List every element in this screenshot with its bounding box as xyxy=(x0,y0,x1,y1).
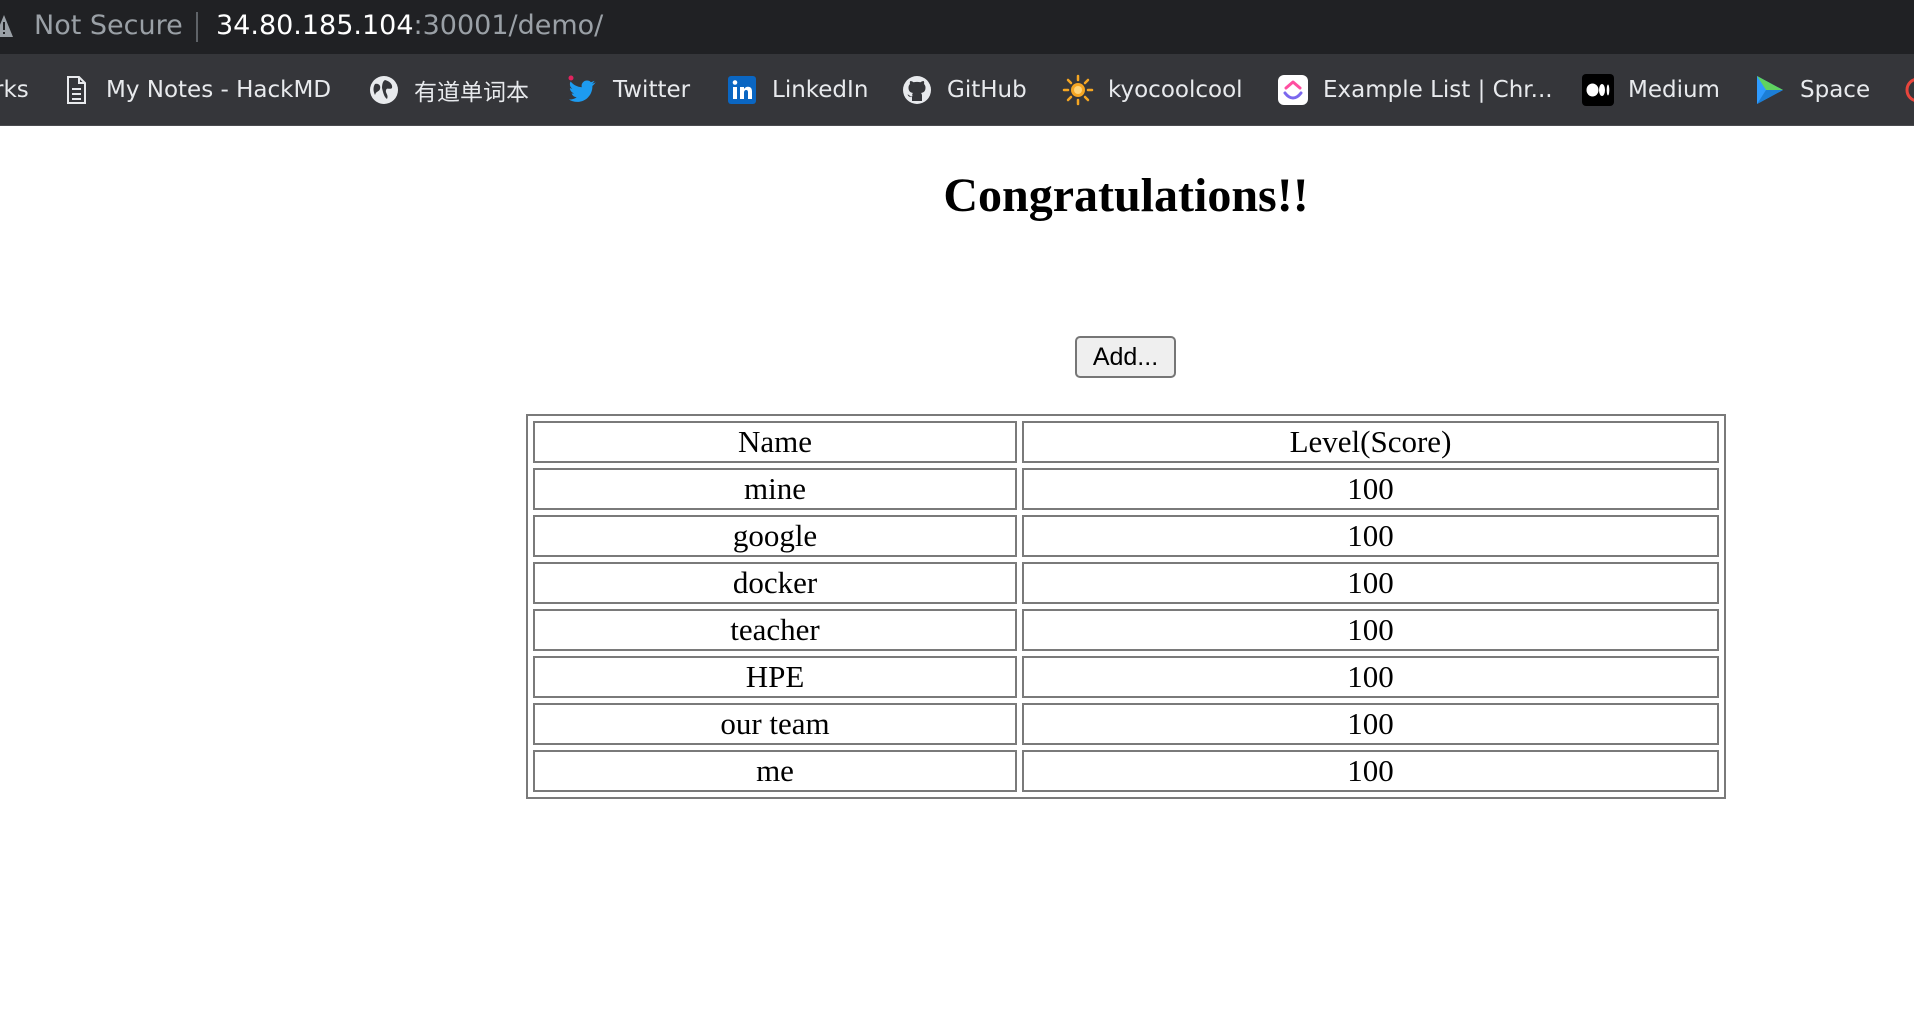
bookmark-space[interactable]: Space xyxy=(1754,54,1871,125)
github-icon xyxy=(903,76,931,104)
bookmark-label: LinkedIn xyxy=(772,77,869,103)
name-cell: google xyxy=(533,515,1017,557)
bookmark-label: GitHub xyxy=(947,77,1027,103)
bookmark-label: Example List | Chr... xyxy=(1323,77,1553,103)
page-title: Congratulations!! xyxy=(943,169,1309,222)
table-header-row: Name Level(Score) xyxy=(533,421,1719,463)
score-cell: 100 xyxy=(1022,609,1719,651)
name-cell: mine xyxy=(533,468,1017,510)
bookmark-overflow-cutoff[interactable] xyxy=(1902,54,1914,125)
globe-icon xyxy=(370,76,398,104)
table-row: google 100 xyxy=(533,515,1719,557)
table-row: me 100 xyxy=(533,750,1719,792)
bookmark-label: Twitter xyxy=(613,77,691,103)
bookmark-medium[interactable]: Medium xyxy=(1582,54,1720,125)
name-cell: me xyxy=(533,750,1017,792)
table-row: docker 100 xyxy=(533,562,1719,604)
bookmark-label: My Notes - HackMD xyxy=(106,77,332,103)
url-path: :30001/demo/ xyxy=(413,10,604,41)
bookmark-hackmd[interactable]: My Notes - HackMD xyxy=(60,54,332,125)
bookmark-label: kyocoolcool xyxy=(1108,77,1243,103)
score-cell: 100 xyxy=(1022,703,1719,745)
score-table: Name Level(Score) mine 100 google 100 do… xyxy=(526,414,1726,799)
document-icon xyxy=(67,76,86,104)
table-row: teacher 100 xyxy=(533,609,1719,651)
bookmark-label: 有道单词本 xyxy=(414,80,529,106)
url-field[interactable]: 34.80.185.104:30001/demo/ xyxy=(216,10,603,41)
bookmark-label: rks xyxy=(0,77,29,103)
url-host: 34.80.185.104 xyxy=(216,10,414,41)
partial-bookmark-icon xyxy=(1905,78,1914,102)
name-cell: teacher xyxy=(533,609,1017,651)
address-divider xyxy=(196,12,198,42)
score-cell: 100 xyxy=(1022,656,1719,698)
warning-icon[interactable] xyxy=(0,13,14,39)
add-button[interactable]: Add... xyxy=(1075,336,1176,378)
security-status-label[interactable]: Not Secure xyxy=(34,10,183,41)
name-cell: HPE xyxy=(533,656,1017,698)
bookmark-twitter[interactable]: Twitter xyxy=(567,54,691,125)
name-cell: docker xyxy=(533,562,1017,604)
address-bar[interactable]: Not Secure 34.80.185.104:30001/demo/ xyxy=(0,0,1914,54)
space-icon xyxy=(1757,76,1783,104)
table-row: HPE 100 xyxy=(533,656,1719,698)
score-cell: 100 xyxy=(1022,515,1719,557)
sun-icon xyxy=(1062,74,1094,106)
twitter-bird-icon xyxy=(568,75,596,102)
column-header-level-score: Level(Score) xyxy=(1022,421,1719,463)
name-cell: our team xyxy=(533,703,1017,745)
bookmark-example-list[interactable]: Example List | Chr... xyxy=(1277,54,1553,125)
bookmark-folder-cutoff[interactable]: rks xyxy=(0,54,29,125)
score-cell: 100 xyxy=(1022,562,1719,604)
bookmarks-bar: rks My Notes - HackMD 有道单词本 Twitter xyxy=(0,54,1914,126)
score-cell: 100 xyxy=(1022,468,1719,510)
table-row: our team 100 xyxy=(533,703,1719,745)
score-cell: 100 xyxy=(1022,750,1719,792)
medium-icon xyxy=(1582,74,1614,106)
bookmark-linkedin[interactable]: LinkedIn xyxy=(726,54,869,125)
bookmark-github[interactable]: GitHub xyxy=(901,54,1027,125)
table-row: mine 100 xyxy=(533,468,1719,510)
column-header-name: Name xyxy=(533,421,1017,463)
bookmark-youdao[interactable]: 有道单词本 xyxy=(368,54,529,125)
linkedin-icon xyxy=(728,76,756,104)
clickup-icon xyxy=(1278,75,1308,105)
bookmark-label: Space xyxy=(1800,77,1871,103)
bookmark-label: Medium xyxy=(1628,77,1720,103)
bookmark-kyocoolcool[interactable]: kyocoolcool xyxy=(1062,54,1243,125)
